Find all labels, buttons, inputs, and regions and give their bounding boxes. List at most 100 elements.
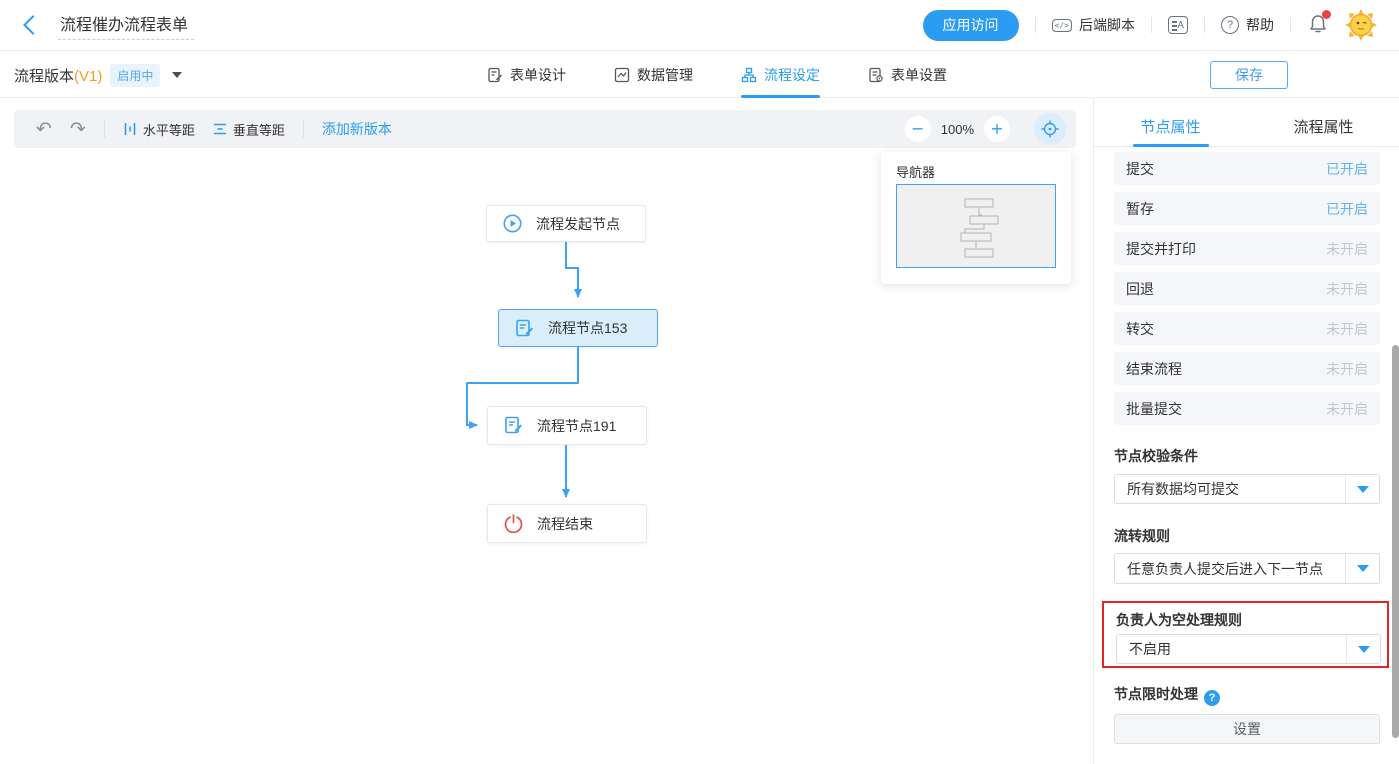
flow-settings-icon [741, 67, 757, 83]
toggle-label: 结束流程 [1126, 359, 1182, 379]
horizontal-spacing-label: 水平等距 [143, 120, 195, 139]
help-label: 帮助 [1246, 15, 1274, 35]
help-icon: ? [1221, 16, 1239, 34]
flow-node-end[interactable]: 流程结束 [487, 504, 647, 543]
vertical-spacing-button[interactable]: 垂直等距 [213, 120, 285, 139]
validation-condition-select[interactable]: 所有数据均可提交 [1114, 474, 1380, 504]
toggle-status: 未开启 [1326, 279, 1368, 299]
selected-value: 任意负责人提交后进入下一节点 [1115, 559, 1323, 579]
save-button[interactable]: 保存 [1210, 61, 1288, 89]
toggle-row-end-flow[interactable]: 结束流程 未开启 [1114, 352, 1380, 385]
navigator-panel: 导航器 [881, 152, 1071, 284]
zoom-in-button[interactable]: + [984, 116, 1010, 142]
page-title[interactable]: 流程催办流程表单 [58, 11, 194, 40]
toggle-status: 已开启 [1326, 159, 1368, 179]
divider [1290, 17, 1291, 33]
divider [1035, 17, 1036, 33]
version-code: (V1) [74, 68, 102, 85]
version-label: 流程版本(V1) [14, 65, 102, 86]
form-design-icon [487, 67, 503, 83]
node-label: 流程结束 [537, 514, 593, 534]
help-button[interactable]: ? 帮助 [1221, 15, 1274, 35]
node-action-list: 提交 已开启 暂存 已开启 提交并打印 未开启 回退 未开启 转交 未开启 结束… [1114, 152, 1380, 432]
divider [1151, 17, 1152, 33]
status-badge: 启用中 [110, 64, 160, 87]
toggle-label: 转交 [1126, 319, 1154, 339]
divider [303, 120, 304, 138]
flow-node-start[interactable]: 流程发起节点 [486, 205, 646, 242]
flow-node-153[interactable]: 流程节点153 [498, 309, 658, 347]
help-question-icon[interactable]: ? [1204, 690, 1220, 706]
toggle-row-batch-submit[interactable]: 批量提交 未开启 [1114, 392, 1380, 425]
tab-flow-settings[interactable]: 流程设定 [741, 52, 820, 98]
navigator-minimap[interactable] [896, 184, 1056, 268]
toggle-row-draft[interactable]: 暂存 已开启 [1114, 192, 1380, 225]
horizontal-spacing-button[interactable]: 水平等距 [123, 120, 195, 139]
app-access-button[interactable]: 应用访问 [923, 10, 1019, 41]
toggle-label: 暂存 [1126, 199, 1154, 219]
language-icon: A [1168, 16, 1188, 34]
tab-label: 流程设定 [764, 65, 820, 85]
redo-icon[interactable]: ↷ [70, 120, 86, 139]
flow-canvas[interactable]: ↶ ↷ 水平等距 垂直等距 添加新版本 − 100% [0, 98, 1093, 764]
flow-rule-label: 流转规则 [1114, 526, 1170, 546]
flow-node-191[interactable]: 流程节点191 [487, 406, 647, 445]
tab-data-management[interactable]: 数据管理 [614, 52, 693, 98]
module-tabs: 表单设计 数据管理 流程设定 表单设置 [487, 52, 947, 98]
top-header: 流程催办流程表单 应用访问 </> 后端脚本 A ? 帮助 [0, 0, 1399, 51]
vertical-spacing-label: 垂直等距 [233, 120, 285, 139]
vertical-spacing-icon [213, 122, 227, 136]
toggle-row-submit[interactable]: 提交 已开启 [1114, 152, 1380, 185]
canvas-toolbar: ↶ ↷ 水平等距 垂直等距 添加新版本 − 100% [14, 110, 1076, 148]
language-button[interactable]: A [1168, 16, 1188, 34]
time-limit-label: 节点限时处理? [1114, 684, 1220, 706]
toggle-row-transfer[interactable]: 转交 未开启 [1114, 312, 1380, 345]
zoom-level: 100% [941, 122, 974, 137]
minimap-flow-thumbnail [897, 185, 1055, 267]
form-settings-icon [868, 67, 884, 83]
zoom-out-button[interactable]: − [905, 116, 931, 142]
navigator-title: 导航器 [896, 162, 935, 181]
divider [1204, 17, 1205, 33]
data-management-icon [614, 67, 630, 83]
empty-owner-rule-select[interactable]: 不启用 [1116, 634, 1381, 664]
crosshair-icon [1041, 120, 1059, 138]
code-icon: </> [1052, 19, 1072, 32]
toggle-row-submit-print[interactable]: 提交并打印 未开启 [1114, 232, 1380, 265]
time-limit-settings-button[interactable]: 设置 [1114, 714, 1380, 744]
toggle-row-rollback[interactable]: 回退 未开启 [1114, 272, 1380, 305]
notifications-button[interactable] [1307, 13, 1329, 38]
avatar[interactable] [1345, 9, 1377, 41]
notification-badge [1322, 10, 1331, 19]
tab-label: 数据管理 [637, 65, 693, 85]
node-label: 流程节点191 [537, 416, 616, 436]
node-label: 流程节点153 [548, 318, 627, 338]
toggle-status: 未开启 [1326, 239, 1368, 259]
flow-rule-select[interactable]: 任意负责人提交后进入下一节点 [1114, 553, 1380, 584]
add-new-version-link[interactable]: 添加新版本 [322, 119, 392, 139]
toggle-status: 未开启 [1326, 319, 1368, 339]
panel-scrollbar[interactable] [1392, 345, 1399, 738]
divider [104, 120, 105, 138]
selected-value: 不启用 [1117, 639, 1171, 659]
chevron-down-icon [1345, 475, 1379, 503]
undo-icon[interactable]: ↶ [36, 120, 52, 139]
toggle-label: 批量提交 [1126, 399, 1182, 419]
empty-owner-rule-label: 负责人为空处理规则 [1116, 610, 1242, 630]
tab-node-properties[interactable]: 节点属性 [1094, 110, 1247, 146]
highlight-red-box: 负责人为空处理规则 不启用 [1102, 601, 1389, 668]
tab-form-settings[interactable]: 表单设置 [868, 52, 947, 98]
chevron-down-icon[interactable] [172, 72, 182, 78]
tab-flow-properties[interactable]: 流程属性 [1247, 110, 1399, 146]
tab-form-design[interactable]: 表单设计 [487, 52, 566, 98]
backend-script-button[interactable]: </> 后端脚本 [1052, 15, 1135, 35]
selected-value: 所有数据均可提交 [1115, 479, 1239, 499]
chevron-down-icon [1346, 635, 1380, 663]
fit-view-button[interactable] [1034, 113, 1066, 145]
back-icon[interactable] [23, 15, 43, 35]
time-limit-text: 节点限时处理 [1114, 686, 1198, 702]
backend-script-label: 后端脚本 [1079, 15, 1135, 35]
toggle-status: 未开启 [1326, 359, 1368, 379]
chevron-down-icon [1345, 554, 1379, 583]
toggle-label: 提交 [1126, 159, 1154, 179]
